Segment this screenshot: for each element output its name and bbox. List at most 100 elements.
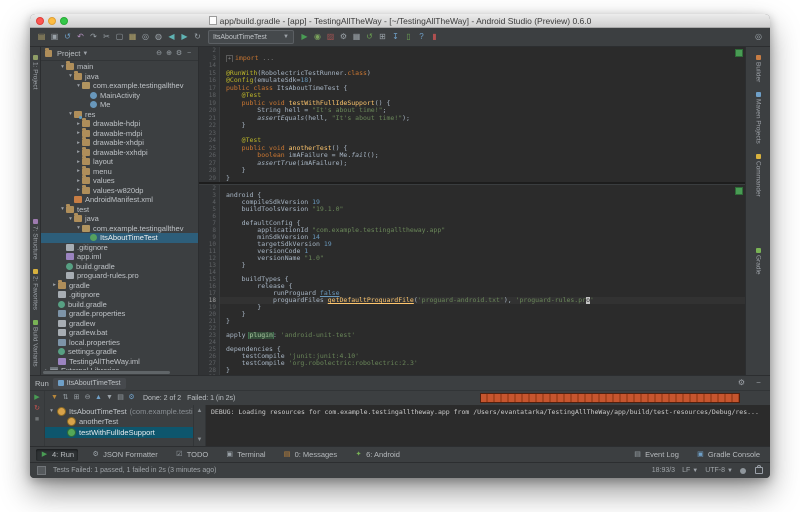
toolwindow-button-builder[interactable]: Builder xyxy=(755,55,762,82)
code-line[interactable]: 2 xyxy=(199,47,745,55)
code-line[interactable]: 14 xyxy=(199,269,745,276)
line-ending-selector[interactable]: LF ▼ xyxy=(682,467,698,474)
tree-item-test[interactable]: ▾ test xyxy=(41,203,198,215)
test-item-itsabouttimetest[interactable]: ▾ ItsAboutTimeTest (com.example.testin xyxy=(45,406,193,417)
line-number[interactable]: 26 xyxy=(199,353,220,360)
expand-arrow-icon[interactable]: ▸ xyxy=(75,121,82,127)
settings-icon[interactable]: ⚙ xyxy=(174,48,184,60)
line-number[interactable]: 28 xyxy=(199,367,220,374)
line-number[interactable]: 14 xyxy=(199,62,220,70)
sort-icon[interactable]: ⇅ xyxy=(60,392,71,404)
tree-item-mainactivity[interactable]: MainActivity xyxy=(41,91,198,101)
export-icon[interactable]: ▤ xyxy=(115,392,126,404)
test-item-anothertest[interactable]: anotherTest xyxy=(45,417,193,428)
code-line[interactable]: 26 boolean imAFailure = Me.fail(); xyxy=(199,152,745,160)
tree-item-proguard-rules-pro[interactable]: proguard-rules.pro xyxy=(41,271,198,281)
tree-item-gradlew-bat[interactable]: gradlew.bat xyxy=(41,328,198,338)
tree-item-androidmanifest-xml[interactable]: AndroidManifest.xml xyxy=(41,195,198,205)
code-line[interactable]: 2 xyxy=(199,185,745,192)
code-line[interactable]: 24 xyxy=(199,339,745,346)
line-number[interactable]: 24 xyxy=(199,137,220,145)
code-line[interactable]: 8 applicationId "com.example.testingallt… xyxy=(199,227,745,234)
expand-arrow-icon[interactable]: ▾ xyxy=(59,206,66,212)
code-line[interactable]: 7 defaultConfig { xyxy=(199,220,745,227)
undo-icon[interactable]: ↶ xyxy=(74,31,87,43)
find-icon[interactable]: ◎ xyxy=(139,31,152,43)
cut-icon[interactable]: ✂ xyxy=(100,31,113,43)
toolwindow-button-commander[interactable]: Commander xyxy=(755,154,762,197)
line-number[interactable]: 26 xyxy=(199,152,220,160)
collapse-all-icon[interactable]: ⊖ xyxy=(82,392,93,404)
tree-item-app-iml[interactable]: app.iml xyxy=(41,252,198,262)
scrollbar-thumb[interactable] xyxy=(43,371,170,374)
line-number[interactable]: 20 xyxy=(199,107,220,115)
editor-pane-test-file[interactable]: 2 3 + import ... 14 15 @RunWith(RobolectricTes… xyxy=(199,47,745,182)
expand-arrow-icon[interactable]: ▸ xyxy=(75,130,82,136)
tree-item-menu[interactable]: ▸ menu xyxy=(41,165,198,177)
tree-item-com-example-testingallthev[interactable]: ▾ com.example.testingallthev xyxy=(41,81,198,91)
line-number[interactable]: 16 xyxy=(199,283,220,290)
line-number[interactable]: 18 xyxy=(199,297,220,304)
expand-arrow-icon[interactable]: ▸ xyxy=(75,187,82,193)
toolwindow-button-2-favorites[interactable]: 2: Favorites xyxy=(32,269,39,310)
run-tab[interactable]: ItsAboutTimeTest xyxy=(52,377,126,389)
line-number[interactable]: 11 xyxy=(199,248,220,255)
titlebar[interactable]: app/build.gradle - [app] - TestingAllThe… xyxy=(30,14,770,28)
code-line[interactable]: 6 xyxy=(199,213,745,220)
search-everywhere-icon[interactable]: ◎ xyxy=(752,31,765,43)
line-number[interactable]: 23 xyxy=(199,129,220,137)
code-line[interactable]: 23 apply plugin: 'android-unit-test' xyxy=(199,332,745,339)
line-number[interactable]: 6 xyxy=(199,213,220,220)
code-line[interactable]: 23 xyxy=(199,129,745,137)
minimize-button[interactable] xyxy=(48,16,56,25)
toolwindow-button-terminal[interactable]: ▣ Terminal xyxy=(221,449,269,461)
toolwindow-button-0-messages[interactable]: ▤ 0: Messages xyxy=(279,449,342,461)
code-line[interactable]: 22 } xyxy=(199,122,745,130)
line-number[interactable]: 17 xyxy=(199,290,220,297)
expand-arrow-icon[interactable]: ▾ xyxy=(48,408,55,414)
tree-item-gradlew[interactable]: gradlew xyxy=(41,319,198,329)
chevron-down-icon[interactable]: ▼ xyxy=(82,51,88,57)
code-line[interactable]: 3 android { xyxy=(199,192,745,199)
expand-arrow-icon[interactable]: ▾ xyxy=(75,83,82,89)
tree-item-java[interactable]: ▾ java xyxy=(41,213,198,224)
toolwindow-button-event-log[interactable]: ▤ Event Log xyxy=(629,449,683,461)
tree-item-testingalltheway-iml[interactable]: TestingAllTheWay.iml xyxy=(41,357,198,367)
sync-icon[interactable]: ↺ xyxy=(61,31,74,43)
tree-item-drawable-mdpi[interactable]: ▸ drawable-mdpi xyxy=(41,127,198,139)
toolwindow-toggle-icon[interactable] xyxy=(37,466,46,475)
toolwindow-button-6-android[interactable]: ✦ 6: Android xyxy=(350,449,404,461)
line-number[interactable]: 2 xyxy=(199,47,220,55)
tree-item-settings-gradle[interactable]: settings.gradle xyxy=(41,347,198,357)
toolwindow-button-json-formatter[interactable]: ⚙ JSON Formatter xyxy=(87,449,162,461)
code-line[interactable]: 15 buildTypes { xyxy=(199,276,745,283)
toolwindow-button-build-variants[interactable]: Build Variants xyxy=(32,320,39,367)
save-icon[interactable]: ▣ xyxy=(48,31,61,43)
close-button[interactable] xyxy=(36,16,44,25)
line-number[interactable]: 2 xyxy=(199,185,220,192)
tree-item-main[interactable]: ▾ main xyxy=(41,61,198,72)
line-number[interactable]: 21 xyxy=(199,114,220,122)
code-line[interactable]: 29 xyxy=(199,374,745,375)
project-view-selector[interactable]: Project xyxy=(57,49,80,58)
line-number[interactable]: 7 xyxy=(199,220,220,227)
code-line[interactable]: 25 public void anotherTest() { xyxy=(199,144,745,152)
tree-item-com-example-testingallthev[interactable]: ▾ com.example.testingallthev xyxy=(41,224,198,234)
code-line[interactable]: 16 release { xyxy=(199,283,745,290)
expand-arrow-icon[interactable]: ▸ xyxy=(75,168,82,174)
line-number[interactable]: 5 xyxy=(199,206,220,213)
line-number[interactable]: 3 xyxy=(199,192,220,199)
expand-all-icon[interactable]: ⊞ xyxy=(71,392,82,404)
line-number[interactable]: 27 xyxy=(199,159,220,167)
code-line[interactable]: 21 assertEquals(hell, "It's about time!"… xyxy=(199,114,745,122)
caret-position[interactable]: 18:93/3 xyxy=(652,467,675,474)
open-icon[interactable]: ▤ xyxy=(35,31,48,43)
tree-item-res[interactable]: ▾ res xyxy=(41,110,198,120)
locate-icon[interactable]: ⊕ xyxy=(164,48,174,60)
build-icon[interactable]: ⊞ xyxy=(376,31,389,43)
code-line[interactable]: 11 versionCode 1 xyxy=(199,248,745,255)
code-line[interactable]: 21} xyxy=(199,318,745,325)
expand-arrow-icon[interactable]: ▾ xyxy=(59,64,66,70)
line-number[interactable]: 15 xyxy=(199,69,220,77)
line-number[interactable]: 10 xyxy=(199,241,220,248)
